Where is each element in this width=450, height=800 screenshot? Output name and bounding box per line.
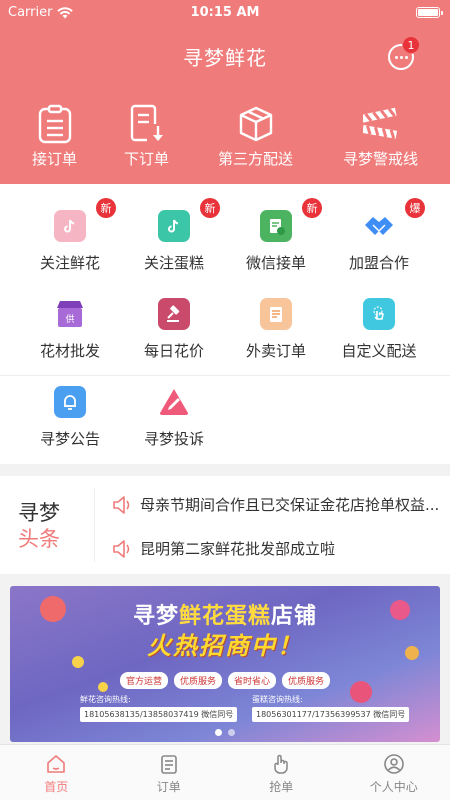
grid-item-franchise[interactable]: 爆 加盟合作 — [323, 198, 435, 273]
profile-icon — [383, 754, 404, 774]
promo-banner[interactable]: 寻梦鲜花蛋糕店铺 火热招商中！ 官方运营 优质服务 省时省心 优质服务 鲜花咨询… — [10, 586, 440, 742]
tab-orders-label: 订单 — [156, 780, 181, 794]
receive-order-icon — [38, 104, 71, 144]
quick-third-party-delivery-label: 第三方配送 — [218, 150, 294, 168]
grid-row: 供 花材批发 每日花价 外卖订单 自定义配送 — [0, 288, 450, 376]
tiktok-teal-icon: 新 — [158, 198, 220, 242]
quick-receive-order-label: 接订单 — [32, 150, 78, 168]
carousel-dot[interactable] — [228, 729, 235, 736]
headline-item[interactable]: 母亲节期间合作且已交保证金花店抢单权益... — [112, 494, 450, 515]
quick-caution-line[interactable]: 寻梦警戒线 — [343, 104, 418, 169]
grid-item-label: 微信接单 — [245, 254, 306, 272]
quick-receive-order[interactable]: 接订单 — [32, 104, 77, 169]
cake-hotline: 蛋糕咨询热线: 18056301177/17356399537 微信同号 — [252, 694, 410, 722]
tab-grab-label: 抢单 — [269, 780, 294, 794]
speaker-icon — [113, 495, 130, 514]
grid-row: 新 关注鲜花 新 关注蛋糕 新 微信接单 爆 加盟合作 — [0, 184, 450, 288]
box-delivery-icon — [239, 106, 272, 142]
message-badge: 1 — [402, 36, 420, 54]
tiktok-pink-icon: 新 — [54, 198, 116, 242]
auction-icon — [158, 298, 190, 330]
place-order-icon — [130, 104, 163, 142]
tap-icon — [363, 298, 395, 330]
headlines-brand-bottom: 头条 — [18, 527, 60, 551]
quick-caution-line-label: 寻梦警戒线 — [343, 150, 419, 168]
grid-item-wechat-orders[interactable]: 新 微信接单 — [220, 198, 332, 273]
new-badge: 新 — [200, 198, 220, 218]
grid-item-label: 自定义配送 — [341, 342, 417, 360]
page-title: 寻梦鲜花 — [183, 46, 267, 70]
caution-tape-icon — [362, 107, 397, 139]
grid-item-follow-cakes[interactable]: 新 关注蛋糕 — [118, 198, 230, 273]
grid-item-complaints[interactable]: 寻梦投诉 — [118, 386, 230, 449]
headline-text: 昆明第二家鲜花批发部成立啦 — [140, 540, 336, 558]
quick-place-order[interactable]: 下订单 — [124, 104, 169, 169]
banner-tag: 官方运营 — [119, 672, 168, 689]
tab-bar: 首页 订单 抢单 个人中心 — [0, 744, 450, 800]
grid-item-label: 加盟合作 — [348, 254, 409, 272]
header: 寻梦鲜花 1 接订单 下订单 第三方配送 寻梦警戒线 — [0, 26, 450, 184]
tab-profile-label: 个人中心 — [369, 780, 418, 794]
banner-tag: 优质服务 — [282, 672, 331, 689]
battery-icon — [416, 7, 443, 18]
flower-hotline-phones: 18105638135/13858037419 微信同号 — [80, 707, 238, 722]
tab-home-label: 首页 — [44, 780, 69, 794]
grid-item-label: 关注蛋糕 — [143, 254, 204, 272]
quick-place-order-label: 下订单 — [124, 150, 170, 168]
carousel-dots[interactable] — [10, 729, 440, 736]
tab-profile[interactable]: 个人中心 — [338, 745, 450, 800]
carousel-dot[interactable] — [215, 729, 222, 736]
tab-orders[interactable]: 订单 — [113, 745, 226, 800]
grid-item-takeout-orders[interactable]: 外卖订单 — [220, 298, 332, 361]
tab-grab[interactable]: 抢单 — [225, 745, 338, 800]
grid-item-daily-price[interactable]: 每日花价 — [118, 298, 230, 361]
grid-item-label: 寻梦公告 — [39, 430, 100, 448]
grid-item-follow-flowers[interactable]: 新 关注鲜花 — [14, 198, 126, 273]
function-grid: 新 关注鲜花 新 关注蛋糕 新 微信接单 爆 加盟合作 供 花材批发 每日花价 … — [0, 184, 450, 464]
grid-item-label: 外卖订单 — [245, 342, 306, 360]
speaker-icon — [113, 539, 130, 558]
cake-hotline-label: 蛋糕咨询热线: — [252, 695, 303, 704]
headline-text: 母亲节期间合作且已交保证金花店抢单权益... — [140, 496, 440, 514]
clock: 10:15 AM — [190, 5, 260, 20]
bell-icon — [54, 386, 86, 418]
tab-home[interactable]: 首页 — [0, 745, 113, 800]
headlines-brand: 寻梦 头条 — [18, 500, 60, 552]
svg-text:供: 供 — [65, 313, 74, 325]
flower-hotline-label: 鲜花咨询热线: — [80, 695, 131, 704]
divider — [94, 488, 95, 562]
grid-item-custom-delivery[interactable]: 自定义配送 — [323, 298, 435, 361]
home-icon — [47, 755, 66, 773]
order-list-icon — [160, 755, 177, 774]
hot-badge: 爆 — [405, 198, 425, 218]
quick-third-party-delivery[interactable]: 第三方配送 — [218, 104, 293, 169]
grid-item-label: 每日花价 — [143, 342, 204, 360]
cake-hotline-phones: 18056301177/17356399537 微信同号 — [252, 707, 410, 722]
banner-tags: 官方运营 优质服务 省时省心 优质服务 — [10, 672, 440, 689]
message-button[interactable]: 1 — [388, 36, 420, 70]
new-badge: 新 — [96, 198, 116, 218]
headlines-brand-top: 寻梦 — [18, 501, 60, 525]
new-badge: 新 — [302, 198, 322, 218]
handshake-icon: 爆 — [363, 198, 425, 242]
takeout-doc-icon — [260, 298, 292, 330]
headlines-section: 寻梦 头条 母亲节期间合作且已交保证金花店抢单权益... 昆明第二家鲜花批发部成… — [0, 476, 450, 574]
grid-item-label: 关注鲜花 — [39, 254, 100, 272]
grid-item-label: 花材批发 — [39, 342, 100, 360]
grid-item-wholesale[interactable]: 供 花材批发 — [14, 298, 126, 361]
grab-hand-icon — [274, 754, 288, 774]
banner-tag: 优质服务 — [173, 672, 222, 689]
headline-item[interactable]: 昆明第二家鲜花批发部成立啦 — [112, 538, 450, 559]
complaint-icon — [158, 386, 190, 418]
flower-hotline: 鲜花咨询热线: 18105638135/13858037419 微信同号 — [80, 694, 238, 722]
banner-subtitle: 火热招商中！ — [147, 632, 303, 660]
wechat-doc-icon: 新 — [260, 198, 322, 242]
banner-tag: 省时省心 — [228, 672, 277, 689]
shop-icon: 供 — [54, 298, 86, 330]
status-bar: Carrier 10:15 AM — [0, 0, 450, 26]
grid-item-announcements[interactable]: 寻梦公告 — [14, 386, 126, 449]
grid-item-label: 寻梦投诉 — [143, 430, 204, 448]
grid-row: 寻梦公告 寻梦投诉 — [0, 376, 450, 464]
